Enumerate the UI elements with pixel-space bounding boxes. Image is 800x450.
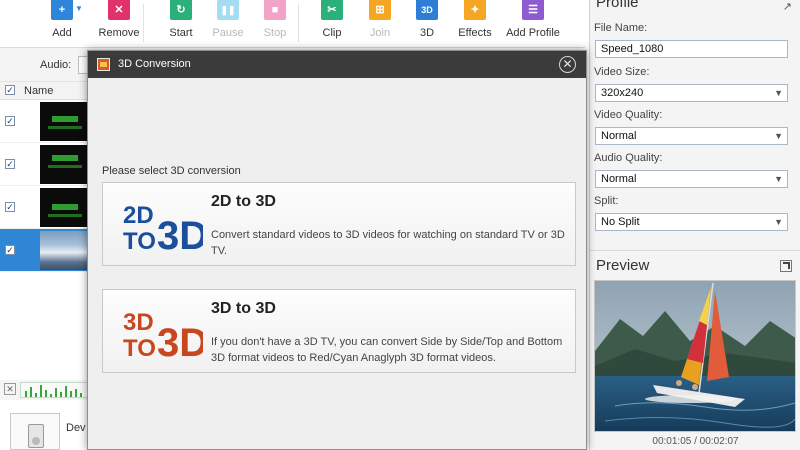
video-quality-select[interactable]: Normal ▼ [595, 127, 788, 145]
dialog-title-bar: 3D Conversion ✕ [88, 51, 586, 78]
audio-label: Audio: [40, 59, 72, 71]
logo-big: 3D [157, 321, 203, 360]
scissors-icon: ✂ [321, 0, 343, 20]
stop-label: Stop [263, 27, 287, 39]
video-quality-value: Normal [601, 130, 637, 142]
row-checkbox[interactable]: ✓ [5, 202, 15, 212]
remove-button[interactable]: ✕ Remove [89, 0, 149, 46]
3d-icon: 3D [416, 0, 438, 20]
stop-button[interactable]: ■ Stop [245, 0, 305, 46]
wand-icon: ✦ [464, 0, 486, 20]
effects-button[interactable]: ✦ Effects [445, 0, 505, 46]
close-button[interactable]: ✕ [559, 56, 576, 73]
add-label: Add [52, 27, 72, 39]
list-header: ✓ Name [0, 82, 90, 100]
audio-row: Audio: [0, 48, 98, 82]
ipod-icon [28, 424, 44, 448]
preview-time: 00:01:05 / 00:02:07 [652, 436, 739, 447]
chevron-down-icon: ▼ [774, 217, 783, 227]
logo-big: 3D [157, 214, 203, 253]
toolbar: + ▼ Add ✕ Remove ↻ Start ❚❚ Pause ■ Stop… [0, 0, 585, 48]
waveform [20, 382, 90, 398]
plus-icon: + [51, 0, 73, 20]
expand-icon[interactable]: ↗ [783, 0, 792, 13]
audio-quality-value: Normal [601, 173, 637, 185]
logo-top: 3D [123, 309, 154, 336]
add-profile-button[interactable]: ☰ Add Profile [497, 0, 569, 46]
toolbar-divider [143, 4, 144, 42]
chevron-down-icon: ▼ [774, 174, 783, 184]
chevron-down-icon[interactable]: ▼ [75, 4, 83, 13]
option-description: If you don't have a 3D TV, you can conve… [211, 336, 563, 364]
file-name-value: Speed_1080 [601, 43, 664, 55]
option-3d-to-3d[interactable]: 3D TO 3D 3D to 3D If you don't have a 3D… [102, 289, 576, 373]
option-title: 3D to 3D [211, 300, 276, 317]
file-list-pane: Audio: ✓ Name ✓ ✓ ✓ ✓ ✕ Dev [0, 48, 98, 450]
preview-video[interactable] [594, 280, 796, 432]
3d-conversion-dialog: 3D Conversion ✕ Please select 3D convers… [87, 50, 587, 450]
app-icon [97, 58, 110, 71]
expand-icon[interactable] [780, 260, 792, 272]
effects-label: Effects [458, 27, 492, 39]
pause-icon: ❚❚ [217, 0, 239, 20]
refresh-icon: ↻ [170, 0, 192, 20]
file-name-label: File Name: [594, 22, 648, 34]
file-row[interactable]: ✓ [0, 100, 90, 143]
preview-title: Preview [596, 257, 650, 274]
logo-top: 2D [123, 202, 154, 229]
video-thumbnail [40, 102, 90, 141]
video-thumbnail [40, 231, 90, 270]
divider [590, 250, 800, 251]
close-icon: ✕ [108, 0, 130, 20]
3d-to-3d-logo: 3D TO 3D [123, 309, 203, 360]
remove-label: Remove [98, 27, 140, 39]
row-checkbox[interactable]: ✓ [5, 159, 15, 169]
2d-to-3d-logo: 2D TO 3D [123, 202, 203, 253]
stop-icon: ■ [264, 0, 286, 20]
profile-title: Profile [596, 0, 639, 11]
split-select[interactable]: No Split ▼ [595, 213, 788, 231]
sailboat-image [595, 281, 795, 431]
chevron-down-icon: ▼ [774, 131, 783, 141]
dialog-title: 3D Conversion [118, 58, 191, 70]
chevron-down-icon: ▼ [774, 88, 783, 98]
video-quality-label: Video Quality: [594, 109, 663, 121]
video-size-label: Video Size: [594, 66, 650, 78]
name-column-header[interactable]: Name [24, 85, 53, 97]
add-button[interactable]: + ▼ Add [32, 0, 92, 46]
split-value: No Split [601, 216, 640, 228]
video-thumbnail [40, 188, 90, 227]
file-name-field[interactable]: Speed_1080 [595, 40, 788, 58]
video-thumbnail [40, 145, 90, 184]
device-ipod[interactable] [10, 413, 60, 450]
profile-icon: ☰ [522, 0, 544, 20]
option-description: Convert standard videos to 3D videos for… [211, 229, 565, 257]
close-icon[interactable]: ✕ [4, 383, 16, 395]
dialog-prompt: Please select 3D conversion [102, 165, 241, 177]
option-2d-to-3d[interactable]: 2D TO 3D 2D to 3D Convert standard video… [102, 182, 576, 266]
split-label: Split: [594, 195, 619, 207]
add-profile-label: Add Profile [506, 27, 560, 39]
audio-waveform-strip: ✕ [0, 380, 90, 400]
audio-quality-select[interactable]: Normal ▼ [595, 170, 788, 188]
profile-pane: Profile ↗ File Name: Speed_1080 Video Si… [589, 0, 800, 450]
video-size-value: 320x240 [601, 87, 644, 99]
file-row[interactable]: ✓ [0, 186, 90, 229]
device-label: Dev [66, 422, 86, 434]
row-checkbox[interactable]: ✓ [5, 116, 15, 126]
join-icon: ⊞ [369, 0, 391, 20]
option-title: 2D to 3D [211, 193, 276, 210]
row-checkbox[interactable]: ✓ [5, 245, 15, 255]
toolbar-divider [298, 4, 299, 42]
logo-bottom: TO [123, 335, 156, 360]
audio-quality-label: Audio Quality: [594, 152, 663, 164]
select-all-checkbox[interactable]: ✓ [5, 85, 15, 95]
logo-bottom: TO [123, 228, 156, 253]
file-row-selected[interactable]: ✓ [0, 229, 90, 272]
video-size-select[interactable]: 320x240 ▼ [595, 84, 788, 102]
file-row[interactable]: ✓ [0, 143, 90, 186]
